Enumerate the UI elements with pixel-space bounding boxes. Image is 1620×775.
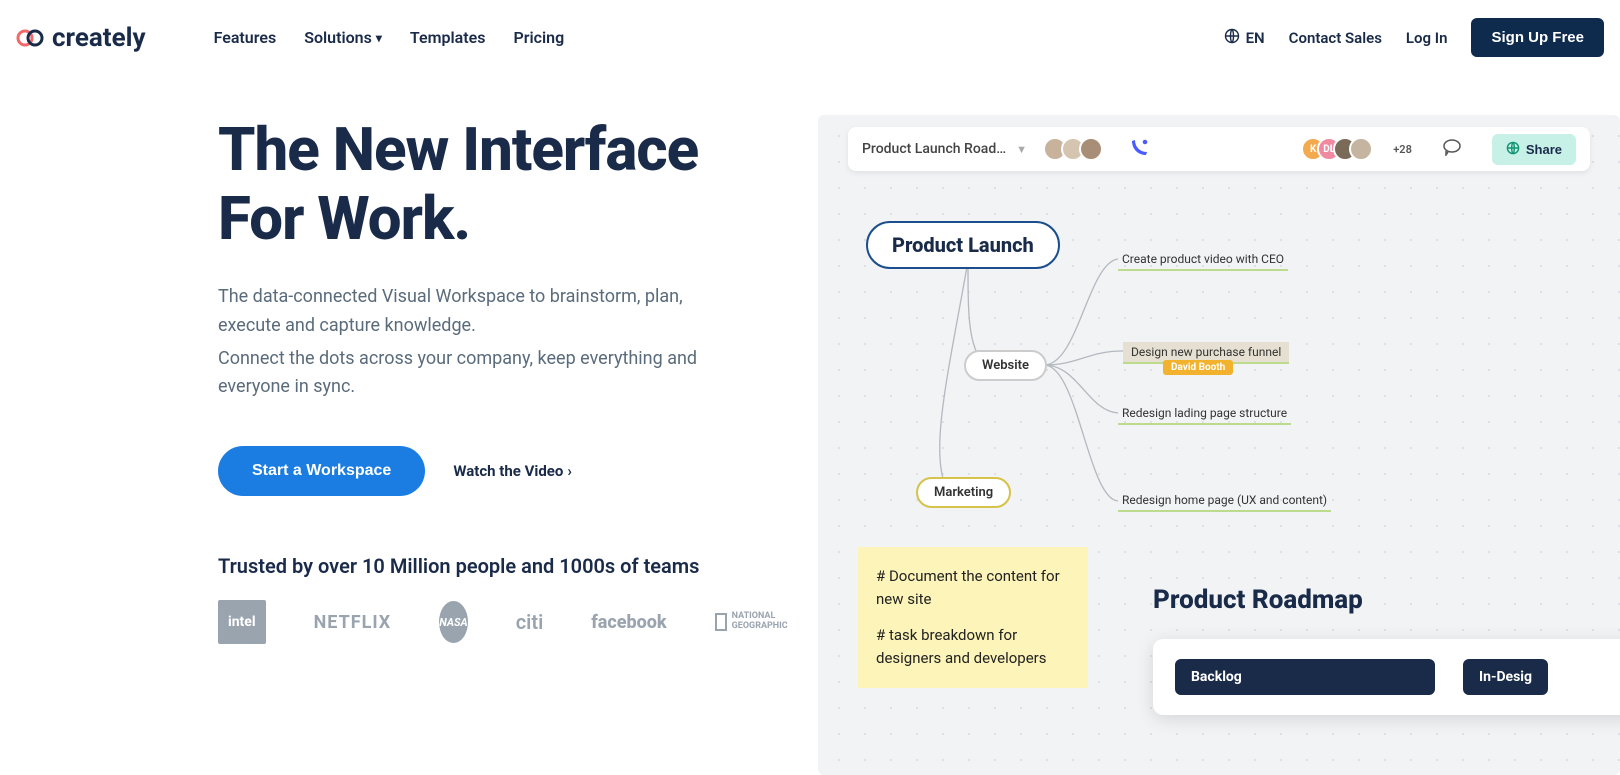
chevron-down-icon: ▾ — [376, 31, 382, 45]
mindmap-task[interactable]: Redesign lading page structure — [1118, 403, 1291, 425]
brand-logos: intel NETFLIX NASA citi facebook NATIONA… — [218, 600, 778, 644]
language-label: EN — [1246, 29, 1265, 47]
watch-video-link[interactable]: Watch the Video › — [453, 462, 572, 480]
sticky-note[interactable]: # Document the content for new site # ta… — [858, 547, 1088, 688]
logo[interactable]: creately — [16, 23, 146, 53]
kanban-board: Backlog In-Desig — [1153, 639, 1620, 715]
kanban-col-indesign[interactable]: In-Desig — [1463, 659, 1548, 695]
natgeo-l2: GEOGRAPHIC — [732, 622, 788, 632]
brand-natgeo: NATIONAL GEOGRAPHIC — [715, 612, 788, 632]
chat-icon[interactable] — [1442, 138, 1462, 161]
nav-templates[interactable]: Templates — [410, 28, 486, 47]
brand-netflix: NETFLIX — [314, 612, 392, 633]
phone-icon[interactable] — [1131, 138, 1149, 161]
language-switch[interactable]: EN — [1224, 28, 1265, 48]
start-workspace-button[interactable]: Start a Workspace — [218, 446, 425, 496]
file-selector[interactable]: Product Launch Road… ▼ — [862, 141, 1027, 157]
nav-pricing[interactable]: Pricing — [513, 28, 564, 47]
sticky-line-2: # task breakdown for designers and devel… — [876, 624, 1070, 671]
nav-solutions[interactable]: Solutions ▾ — [304, 28, 382, 47]
logo-text: creately — [52, 23, 146, 53]
canvas-preview: Product Launch Road… ▼ K DL +28 — [818, 115, 1620, 775]
mindmap-task[interactable]: Create product video with CEO — [1118, 249, 1288, 271]
globe-icon — [1224, 28, 1240, 48]
login[interactable]: Log In — [1406, 29, 1448, 47]
subheading-2: Connect the dots across your company, ke… — [218, 345, 738, 403]
contact-sales[interactable]: Contact Sales — [1289, 29, 1382, 47]
share-label: Share — [1526, 142, 1562, 157]
watch-video-label: Watch the Video — [453, 462, 563, 480]
brand-intel: intel — [218, 600, 266, 644]
header-right: EN Contact Sales Log In Sign Up Free — [1224, 18, 1604, 57]
natgeo-box-icon — [715, 613, 727, 631]
nav-solutions-label: Solutions — [304, 28, 372, 47]
more-collaborators[interactable]: +28 — [1393, 143, 1412, 156]
canvas-toolbar: Product Launch Road… ▼ K DL +28 — [848, 127, 1590, 171]
mindmap-node-marketing[interactable]: Marketing — [916, 477, 1011, 508]
caret-down-icon: ▼ — [1016, 143, 1027, 156]
roadmap-title: Product Roadmap — [1153, 585, 1363, 615]
avatar — [1349, 137, 1373, 161]
mindmap-node-website[interactable]: Website — [964, 350, 1047, 381]
logo-icon — [16, 26, 46, 50]
assignee-chip[interactable]: David Booth — [1163, 360, 1233, 375]
brand-nasa: NASA — [439, 601, 468, 643]
brand-facebook: facebook — [591, 612, 666, 633]
subheading-1: The data-connected Visual Workspace to b… — [218, 283, 738, 341]
headline: The New Interface For Work. — [218, 115, 778, 253]
chevron-right-icon: › — [567, 462, 572, 480]
nav-features[interactable]: Features — [214, 28, 277, 47]
brand-citi: citi — [516, 610, 544, 634]
top-nav: creately Features Solutions ▾ Templates … — [0, 0, 1620, 75]
sticky-line-1: # Document the content for new site — [876, 565, 1070, 612]
presence-avatars — [1043, 137, 1103, 161]
cta-row: Start a Workspace Watch the Video › — [218, 446, 778, 496]
avatar — [1079, 137, 1103, 161]
file-name: Product Launch Road… — [862, 141, 1006, 157]
mindmap-task[interactable]: Redesign home page (UX and content) — [1118, 490, 1331, 512]
collaborator-avatars: K DL — [1309, 137, 1373, 161]
kanban-col-backlog[interactable]: Backlog — [1175, 659, 1435, 695]
hero-left: The New Interface For Work. The data-con… — [218, 115, 778, 775]
trusted-text: Trusted by over 10 Million people and 10… — [218, 554, 778, 578]
share-button[interactable]: Share — [1492, 134, 1576, 165]
signup-button[interactable]: Sign Up Free — [1471, 18, 1604, 57]
mindmap-root[interactable]: Product Launch — [866, 221, 1060, 269]
main-nav: Features Solutions ▾ Templates Pricing — [214, 28, 565, 47]
hero-section: The New Interface For Work. The data-con… — [0, 75, 1620, 775]
globe-share-icon — [1506, 141, 1520, 158]
